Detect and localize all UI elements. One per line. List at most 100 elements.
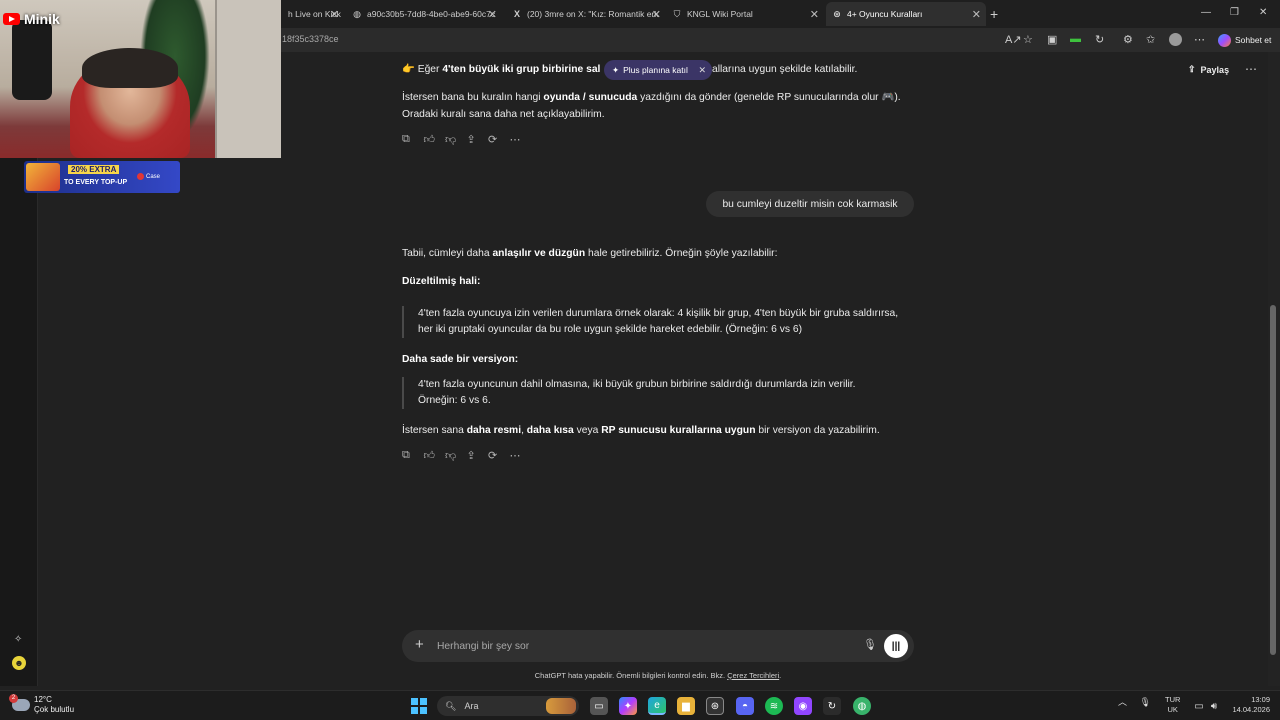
more-icon[interactable]: ⋯ [1194,33,1205,46]
cookie-preferences-link[interactable]: Çerez Tercihleri [727,671,779,680]
user-message: bu cumleyi duzeltir misin cok karmasik [706,191,914,217]
tab-kick[interactable]: h Live on Kick ✕ [282,4,344,24]
thumbs-up-icon[interactable]: 👍︎ [424,449,446,462]
streamer-hair [82,48,178,88]
thumbs-down-icon[interactable]: 👎︎ [445,449,467,462]
globe-app-icon[interactable]: ◍ [853,697,871,715]
user-avatar[interactable]: ☻ [12,656,26,670]
url-field[interactable]: 18f35c3378ce [282,34,339,44]
close-icon[interactable]: ✕ [810,8,819,21]
input-language[interactable]: TUR UK [1165,695,1180,715]
tab-label: 4+ Oyuncu Kuralları [847,9,923,19]
microphone-icon[interactable]: 🎙︎ [1140,697,1151,707]
previous-line-1: 👉 Eğer 4'ten büyük iki grup birbirine sa… [402,64,601,75]
message-composer: + 🎙︎ ||| [402,630,914,662]
close-icon[interactable]: ✕ [330,8,339,21]
scrollbar-thumb[interactable] [1270,305,1276,655]
volume-icon[interactable]: 🔊︎ [1205,697,1223,715]
attach-plus-icon[interactable]: + [415,636,424,653]
channel-label: Minik [3,11,60,27]
file-explorer-icon[interactable]: ▆ [677,697,695,715]
discord-icon[interactable]: ◓ [736,697,754,715]
favorites-icon[interactable]: ✩ [1146,33,1155,46]
extension-icon[interactable]: ▣ [1047,33,1057,46]
webcam-overlay: Minik [0,0,281,158]
chatgpt-icon: ⊛ [833,8,841,19]
more-icon[interactable]: ⋯ [510,449,532,462]
plus-plan-badge[interactable]: ✦ Plus planına katıl ✕ [604,60,712,80]
prompt-input[interactable] [437,637,847,655]
response-outro: İstersen sana daha resmi, daha kısa veya… [402,425,880,436]
thumbs-up-icon[interactable]: 👍︎ [424,133,446,146]
close-icon[interactable]: ✕ [488,8,497,21]
game-bar-icon[interactable]: ↻ [823,697,841,715]
restore-icon[interactable]: ❐ [1230,7,1239,18]
copy-icon[interactable]: ⧉ [402,133,424,146]
previous-line-1-tail: allarına uygun şekilde katılabilir. [712,64,858,75]
shield-icon: ⛉ [673,8,681,19]
read-aloud-icon[interactable]: A↗ [1005,33,1022,46]
promo-banner: 20% EXTRA TO EVERY TOP-UP Case [24,161,180,193]
taskbar: 2 12°C Çok bulutlu 🔍︎ Ara ▭ ✦ e ▆ ⊛ ◓ ≋ … [0,690,1280,720]
cloud-icon: 2 [9,694,30,711]
pointing-hand-icon: 👉 [402,64,415,75]
task-view-icon[interactable]: ▭ [590,697,608,715]
tab-label: a90c30b5-7dd8-4be0-abe9-60c7c [367,9,496,19]
battery-extension-icon[interactable]: ▬ [1070,33,1081,45]
obs-icon[interactable]: ◉ [794,697,812,715]
start-button[interactable] [410,697,428,715]
system-tray: ︿ 🎙︎ [1118,695,1151,708]
close-icon[interactable]: ✕ [972,8,981,21]
voice-mode-button[interactable]: ||| [884,634,908,658]
response-intro: Tabii, cümleyi daha anlaşılır ve düzgün … [402,248,778,259]
previous-line-2: İstersen bana bu kuralın hangi oyunda / … [402,92,901,103]
close-icon[interactable]: ✕ [698,65,706,76]
share-icon[interactable]: ⇪ [467,449,489,462]
minimize-icon[interactable]: — [1201,7,1211,18]
heading-simple: Daha sade bir versiyon: [402,354,519,365]
share-icon[interactable]: ⇪ [467,133,489,146]
microphone-icon[interactable]: 🎙︎ [863,638,877,651]
share-icon: ⇪ [1188,64,1196,74]
regenerate-icon[interactable]: ⟳ [488,133,510,146]
more-icon[interactable]: ⋯ [510,133,532,146]
spotify-icon[interactable]: ≋ [765,697,783,715]
taskbar-search[interactable]: 🔍︎ Ara [437,696,579,716]
close-window-icon[interactable]: ✕ [1259,7,1267,18]
corrected-quote: 4'ten fazla oyuncuya izin verilen duruml… [402,306,898,338]
promo-image [26,163,60,191]
weather-widget[interactable]: 2 12°C Çok bulutlu [9,694,75,715]
extensions-icon[interactable]: ⚙ [1123,33,1133,46]
heading-corrected: Düzeltilmiş hali: [402,276,481,287]
close-icon[interactable]: ✕ [652,8,661,21]
promo-brand: Case [137,173,160,180]
chevron-up-icon[interactable]: ︿ [1118,697,1127,707]
globe-icon: ◍ [353,8,361,19]
new-tab-icon[interactable]: + [990,6,998,22]
weather-condition: Çok bulutlu [34,705,75,714]
tab-kngl[interactable]: ⛉ KNGL Wiki Portal ✕ [666,4,824,24]
sparkle-icon[interactable]: ✧ [14,634,22,645]
refresh-extension-icon[interactable]: ↻ [1095,33,1104,46]
share-button[interactable]: ⇪ Paylaş [1188,64,1229,75]
edge-icon[interactable]: e [648,697,666,715]
tab-uuid[interactable]: ◍ a90c30b5-7dd8-4be0-abe9-60c7c ✕ [346,4,502,24]
tab-oyuncu-kurallari[interactable]: ⊛ 4+ Oyuncu Kuralları ✕ [826,2,986,26]
disclaimer: ChatGPT hata yapabilir. Önemli bilgileri… [534,671,782,680]
windows-icon [411,698,427,714]
sparkle-icon: ✦ [612,64,620,75]
copy-icon[interactable]: ⧉ [402,449,424,462]
clock[interactable]: 13:09 14.04.2026 [1226,695,1270,715]
steam-icon[interactable]: ⊛ [706,697,724,715]
profile-avatar[interactable] [1169,33,1182,46]
copilot-icon [1218,33,1231,47]
tab-x[interactable]: X (20) 3mre on X: "Kız: Romantik erk ✕ [506,4,666,24]
simple-quote: 4'ten fazla oyuncunun dahil olmasına, ik… [402,377,856,409]
copilot-button[interactable]: Sohbet et [1218,32,1271,48]
regenerate-icon[interactable]: ⟳ [488,449,510,462]
thumbs-down-icon[interactable]: 👎︎ [445,133,467,146]
more-options-icon[interactable]: ⋯ [1245,62,1257,76]
favorite-star-icon[interactable]: ☆ [1023,33,1033,46]
previous-line-3: Oradaki kuralı sana daha net açıklayabil… [402,109,605,120]
copilot-app-icon[interactable]: ✦ [619,697,637,715]
